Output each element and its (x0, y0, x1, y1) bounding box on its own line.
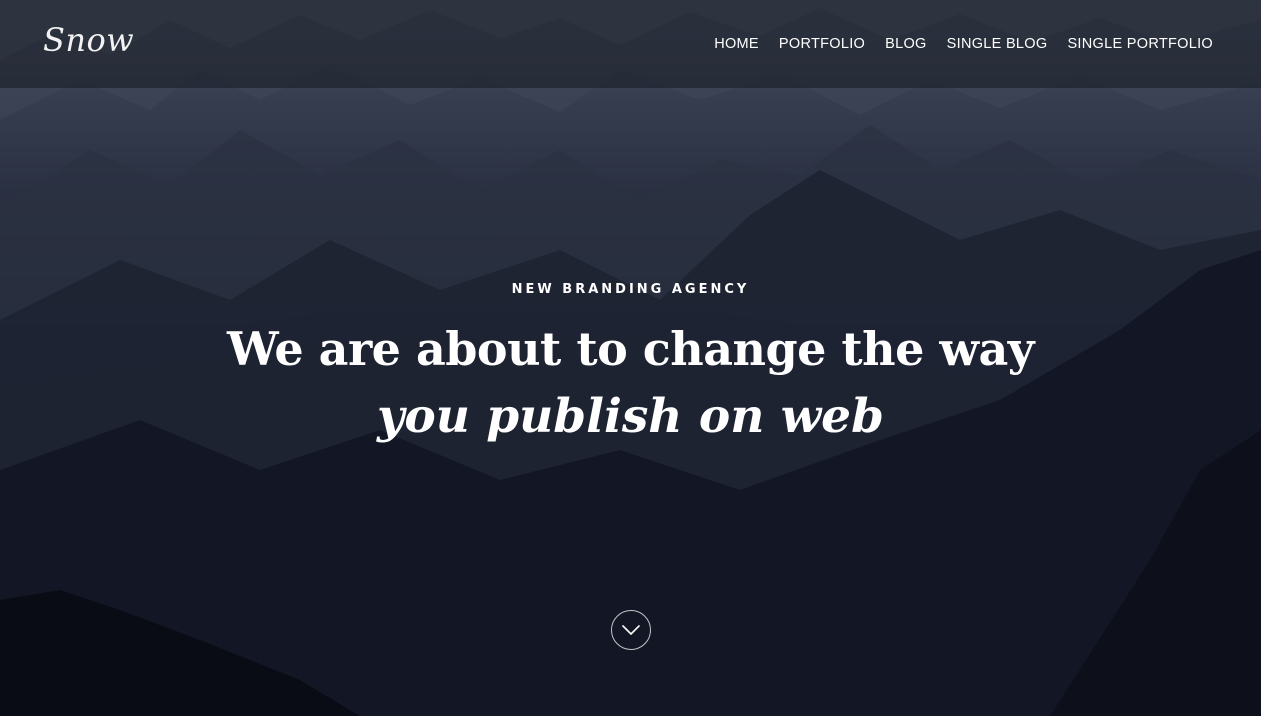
hero-section: Snow HOME PORTFOLIO BLOG SINGLE BLOG SIN… (0, 0, 1261, 716)
nav-item-single-portfolio[interactable]: SINGLE PORTFOLIO (1067, 34, 1213, 54)
nav-item-single-blog[interactable]: SINGLE BLOG (947, 34, 1048, 54)
main-nav: HOME PORTFOLIO BLOG SINGLE BLOG SINGLE P… (714, 34, 1213, 54)
chevron-down-icon (622, 625, 640, 635)
header-bar: Snow HOME PORTFOLIO BLOG SINGLE BLOG SIN… (0, 0, 1261, 88)
nav-item-portfolio[interactable]: PORTFOLIO (779, 34, 865, 54)
nav-item-home[interactable]: HOME (714, 34, 759, 54)
nav-item-blog[interactable]: BLOG (885, 34, 927, 54)
site-logo[interactable]: Snow (43, 20, 134, 60)
hero-headline: We are about to change the way (226, 322, 1035, 376)
hero-headline-italic: you publish on web (377, 389, 884, 444)
hero-content: NEW BRANDING AGENCY We are about to chan… (0, 278, 1261, 452)
hero-eyebrow: NEW BRANDING AGENCY (511, 282, 750, 297)
scroll-down-button[interactable] (611, 610, 651, 650)
